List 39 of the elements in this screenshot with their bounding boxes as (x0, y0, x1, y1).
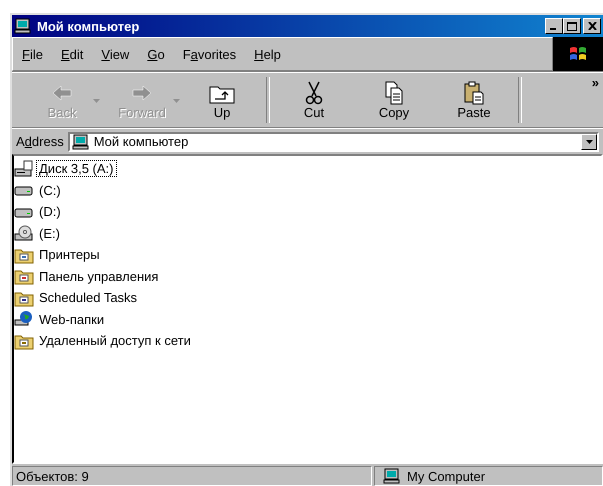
cd-drive-icon[interactable] (14, 224, 34, 242)
maximize-icon (567, 22, 577, 30)
dropdown-button[interactable] (581, 134, 597, 150)
maximize-button[interactable] (563, 18, 581, 34)
toolbar-button[interactable]: Cut (274, 75, 354, 125)
close-icon (588, 22, 596, 30)
item-label[interactable]: Scheduled Tasks (36, 289, 140, 306)
toolbar-button[interactable]: Up (182, 75, 262, 125)
item-label[interactable]: (D:) (36, 203, 64, 220)
window-title: Мой компьютер (37, 18, 140, 34)
item-label[interactable]: Диск 3,5 (A:) (36, 160, 116, 178)
computer-icon (72, 134, 90, 150)
toolbar-button[interactable]: Paste (434, 75, 514, 125)
globe-icon[interactable] (14, 310, 34, 328)
menu-item[interactable]: Favorites (178, 44, 242, 64)
zone-label: My Computer (407, 468, 486, 484)
item-label[interactable]: Панель управления (36, 268, 162, 285)
address-label: Address (16, 134, 64, 149)
status-text: Объектов: 9 (12, 466, 372, 486)
computer-icon (14, 18, 32, 34)
minimize-button[interactable] (545, 18, 563, 34)
close-button[interactable] (583, 18, 601, 34)
menu-item[interactable]: View (96, 44, 134, 64)
menu-item[interactable]: Help (249, 44, 286, 64)
more-button[interactable]: » (588, 75, 603, 90)
dropdown-caret-icon (586, 140, 592, 144)
dropdown-caret-icon (93, 99, 100, 103)
dropdown-caret-icon (173, 99, 180, 103)
menu-item[interactable]: Edit (56, 44, 88, 64)
toolbar-button[interactable]: Copy (354, 75, 434, 125)
item-label[interactable]: (C:) (36, 182, 64, 199)
floppy-drive-icon[interactable] (14, 160, 34, 178)
item-label[interactable]: (E:) (36, 224, 63, 242)
item-label[interactable]: Удаленный доступ к сети (36, 332, 194, 350)
item-label[interactable]: Принтеры (36, 246, 103, 264)
menu-item[interactable]: File (17, 44, 48, 64)
menu-item[interactable]: Go (142, 44, 170, 64)
item-label[interactable]: Web-папки (36, 310, 108, 328)
address-field[interactable]: Мой компьютер (68, 132, 599, 152)
